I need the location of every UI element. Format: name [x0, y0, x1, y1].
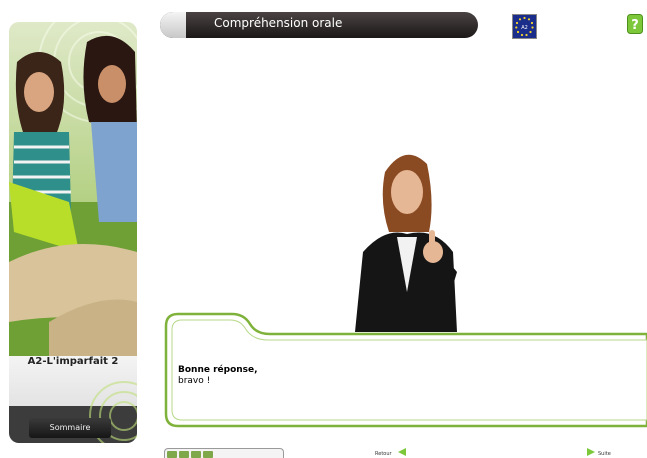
- next-arrow-icon[interactable]: [586, 447, 596, 457]
- back-label[interactable]: Retour: [375, 451, 392, 457]
- feedback-text: bravo !: [178, 376, 211, 386]
- svg-text:?: ?: [631, 18, 639, 33]
- thumbs-up-photo: [345, 142, 469, 332]
- question-icon[interactable]: ?: [627, 14, 643, 34]
- page-title: Compréhension orale: [214, 16, 343, 30]
- feedback-title: Bonne réponse,: [178, 365, 258, 375]
- back-arrow-icon[interactable]: [397, 447, 407, 457]
- eu-level-badge: A2: [512, 14, 537, 39]
- students-photo: [9, 22, 137, 356]
- lesson-title: A2-L'imparfait 2: [27, 356, 119, 367]
- title-bar-cap: [160, 12, 186, 38]
- summary-button[interactable]: Sommaire: [29, 418, 111, 438]
- badge-text: A2: [521, 25, 528, 31]
- next-label[interactable]: Suite: [598, 451, 611, 457]
